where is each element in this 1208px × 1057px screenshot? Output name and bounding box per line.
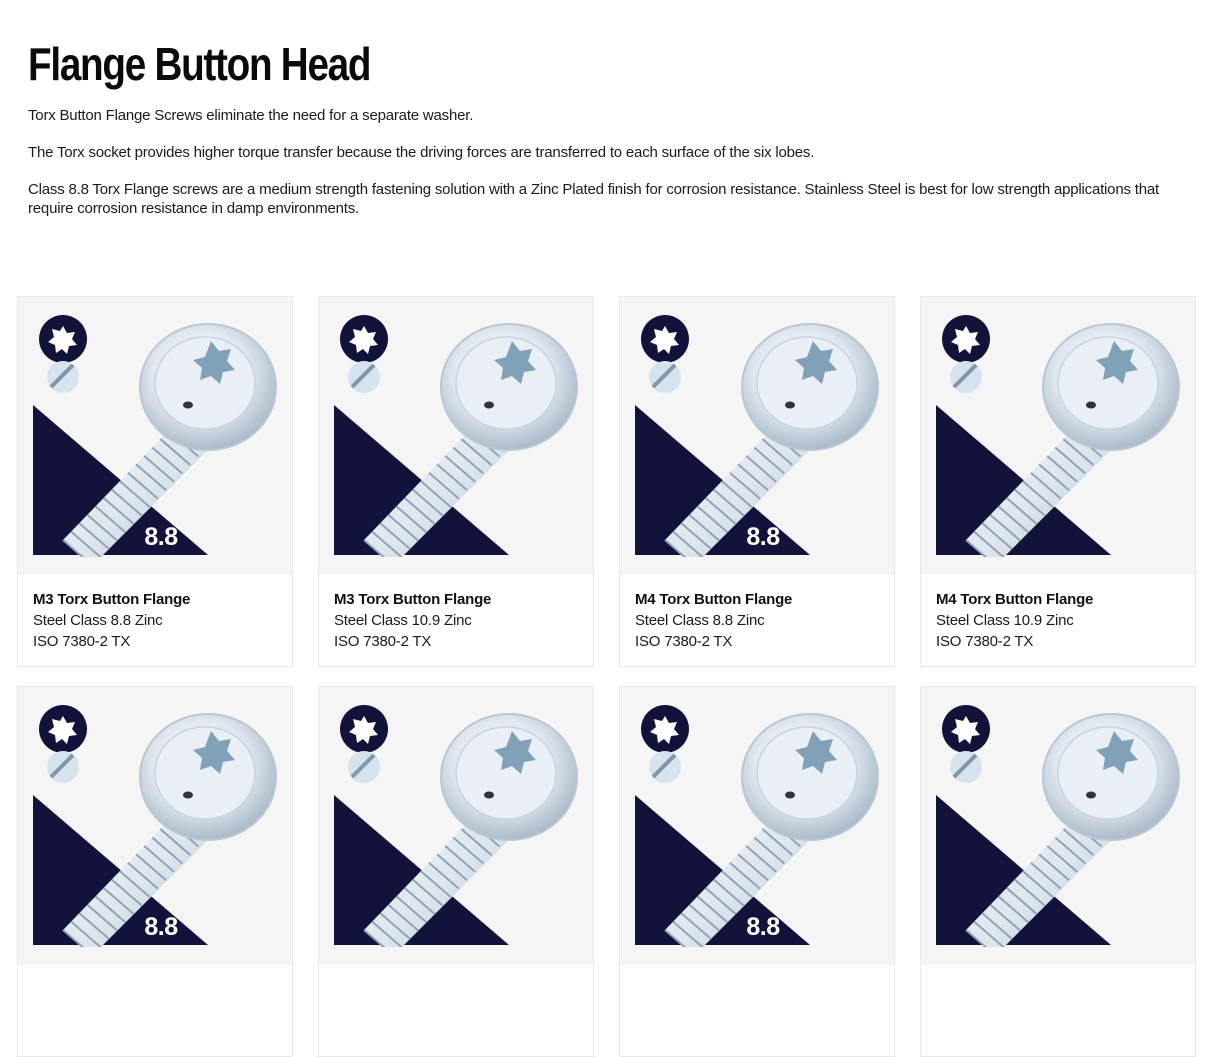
product-card[interactable] (318, 686, 594, 1057)
product-info (620, 965, 894, 979)
product-standard: ISO 7380-2 TX (936, 633, 1034, 650)
product-title[interactable]: M4 Torx Button Flange (936, 589, 1180, 610)
product-info (319, 965, 593, 979)
screw-head (741, 713, 879, 841)
torx-drive-icon (39, 705, 87, 753)
product-card[interactable]: 8.8 (17, 686, 293, 1057)
product-standard: ISO 7380-2 TX (33, 633, 131, 650)
product-spec: Steel Class 10.9 Zinc (334, 612, 472, 629)
product-spec: Steel Class 8.8 Zinc (635, 612, 765, 629)
thread-swatch-icon (348, 751, 380, 783)
thread-swatch-icon (649, 361, 681, 393)
product-card[interactable]: M3 Torx Button Flange Steel Class 10.9 Zi… (318, 296, 594, 667)
screw-head (1042, 713, 1180, 841)
product-title[interactable]: M3 Torx Button Flange (33, 589, 277, 610)
screw-head (139, 323, 277, 451)
thread-swatch-icon (649, 751, 681, 783)
description-paragraph: Class 8.8 Torx Flange screws are a mediu… (28, 181, 1159, 217)
torx-drive-icon (641, 315, 689, 363)
product-info: M4 Torx Button Flange Steel Class 8.8 Zin… (620, 575, 894, 652)
product-image[interactable]: 8.8 (620, 297, 894, 575)
product-card[interactable]: 8.8 M3 Torx Button Flange Steel Class 8.8 … (17, 296, 293, 667)
torx-drive-icon (942, 705, 990, 753)
torx-drive-icon (340, 315, 388, 363)
torx-drive-icon (340, 705, 388, 753)
product-image[interactable] (921, 297, 1195, 575)
flange-screw-image (334, 705, 578, 947)
torx-drive-icon (942, 315, 990, 363)
grade-badge: 8.8 (746, 523, 780, 551)
product-image[interactable] (319, 297, 593, 575)
torx-drive-icon (39, 315, 87, 363)
product-image[interactable] (319, 687, 593, 965)
product-info: M3 Torx Button Flange Steel Class 10.9 Zi… (319, 575, 593, 652)
grade-badge: 8.8 (144, 523, 178, 551)
thread-swatch-icon (47, 361, 79, 393)
product-standard: ISO 7380-2 TX (635, 633, 733, 650)
description-paragraph: The Torx socket provides higher torque t… (28, 144, 815, 161)
screw-head (139, 713, 277, 841)
product-title[interactable]: M4 Torx Button Flange (635, 589, 879, 610)
thread-swatch-icon (348, 361, 380, 393)
screw-head (440, 713, 578, 841)
flange-screw-image (33, 705, 277, 947)
thread-swatch-icon (950, 361, 982, 393)
product-standard: ISO 7380-2 TX (334, 633, 432, 650)
grade-badge: 8.8 (746, 913, 780, 941)
product-card[interactable]: 8.8 M4 Torx Button Flange Steel Class 8.8 … (619, 296, 895, 667)
flange-screw-image (635, 705, 879, 947)
screw-head (1042, 323, 1180, 451)
description-paragraph: Torx Button Flange Screws eliminate the … (28, 107, 474, 124)
flange-screw-image (334, 315, 578, 557)
product-card[interactable] (920, 686, 1196, 1057)
flange-screw-image (936, 705, 1180, 947)
flange-screw-image (936, 315, 1180, 557)
product-grid: 8.8 M3 Torx Button Flange Steel Class 8.8 … (17, 296, 1198, 1057)
thread-swatch-icon (47, 751, 79, 783)
product-image[interactable]: 8.8 (18, 687, 292, 965)
product-card[interactable]: M4 Torx Button Flange Steel Class 10.9 Zi… (920, 296, 1196, 667)
thread-swatch-icon (950, 751, 982, 783)
flange-screw-image (33, 315, 277, 557)
intro-section: Flange Button Head Torx Button Flange Sc… (0, 0, 1208, 218)
screw-head (741, 323, 879, 451)
product-image[interactable]: 8.8 (18, 297, 292, 575)
category-description: Torx Button Flange Screws eliminate the … (28, 106, 1180, 218)
product-info (921, 965, 1195, 979)
product-info: M4 Torx Button Flange Steel Class 10.9 Zi… (921, 575, 1195, 652)
flange-screw-image (635, 315, 879, 557)
product-title[interactable]: M3 Torx Button Flange (334, 589, 578, 610)
product-info (18, 965, 292, 979)
torx-drive-icon (641, 705, 689, 753)
product-spec: Steel Class 10.9 Zinc (936, 612, 1074, 629)
screw-head (440, 323, 578, 451)
product-card[interactable]: 8.8 (619, 686, 895, 1057)
product-image[interactable] (921, 687, 1195, 965)
product-image[interactable]: 8.8 (620, 687, 894, 965)
product-spec: Steel Class 8.8 Zinc (33, 612, 163, 629)
product-info: M3 Torx Button Flange Steel Class 8.8 Zin… (18, 575, 292, 652)
grade-badge: 8.8 (144, 913, 178, 941)
page-title: Flange Button Head (28, 38, 372, 90)
